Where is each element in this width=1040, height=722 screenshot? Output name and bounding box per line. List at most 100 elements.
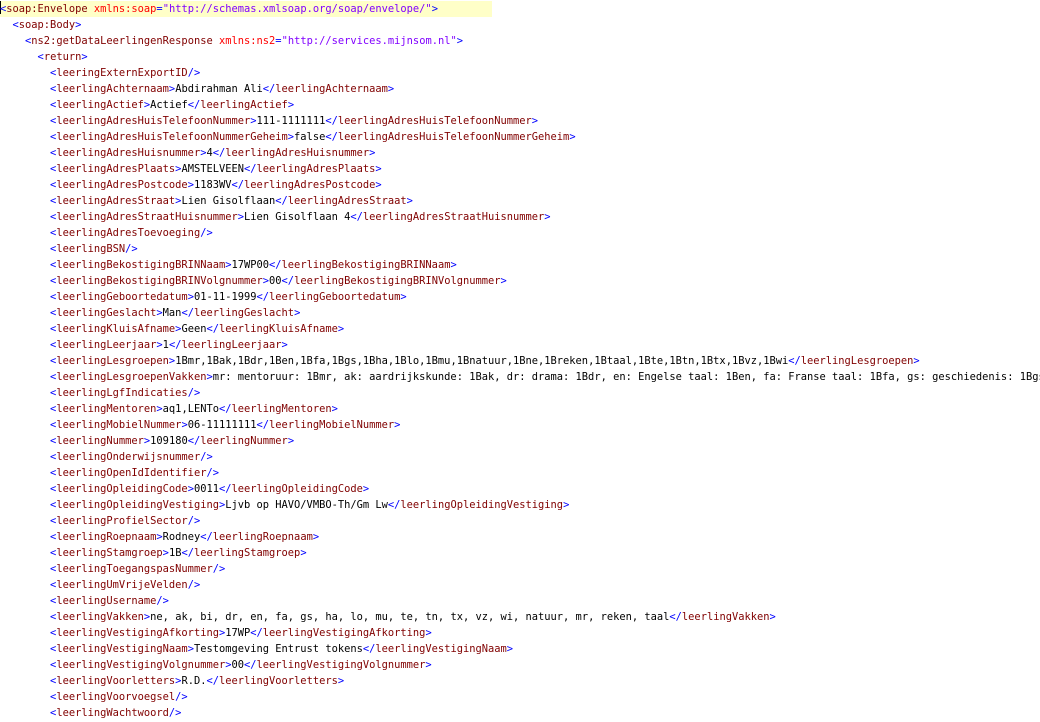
self-close-bracket: /> [156, 595, 169, 607]
xml-tag-name: leerlingLeerjaar [56, 339, 157, 351]
xml-end-tag-name: leerlingAdresHuisTelefoonNummerGeheim [337, 131, 570, 143]
close-bracket: > [75, 19, 82, 31]
xml-text-value: Man [162, 307, 182, 319]
xml-line[interactable]: <leerlingVestigingAfkorting>17WP</leerli… [0, 625, 1040, 641]
xml-line[interactable]: <leerlingLesgroepenVakken>mr: mentoruur:… [0, 369, 1040, 385]
xml-line[interactable]: <leerlingLeerjaar>1</leerlingLeerjaar> [0, 337, 1040, 353]
xml-line[interactable]: <soap:Body> [0, 17, 1040, 33]
xml-text-value: Lien Gisolflaan [181, 195, 276, 207]
xml-end-tag-name: leerlingBekostigingBRINVolgnummer [294, 275, 501, 287]
xml-line[interactable]: <leerlingAdresStraatHuisnummer>Lien Giso… [0, 209, 1040, 225]
xml-tag-name: leerlingVoorvoegsel [56, 691, 176, 703]
xml-line[interactable]: <leerlingBekostigingBRINVolgnummer>00</l… [0, 273, 1040, 289]
self-close-bracket: /> [187, 387, 201, 399]
xml-line[interactable]: <leerlingAdresPlaats>AMSTELVEEN</leerlin… [0, 161, 1040, 177]
xml-tag-name: leerlingVakken [56, 611, 144, 623]
xml-line[interactable]: <leerlingVoorvoegsel/> [0, 689, 1040, 705]
xml-tag-name: leerlingVestigingAfkorting [56, 627, 219, 639]
xml-tag-name: leerlingProfielSector [56, 515, 188, 527]
close-bracket: > [369, 147, 376, 159]
xml-line[interactable]: <leerlingAdresHuisTelefoonNummer>111-111… [0, 113, 1040, 129]
xml-attribute-name: xmlns:soap [93, 3, 157, 15]
xml-tag-name: leerlingGeslacht [56, 307, 157, 319]
xml-line[interactable]: <leerlingToegangspasNummer/> [0, 561, 1040, 577]
xml-line[interactable]: <leerlingBSN/> [0, 241, 1040, 257]
close-bracket: > [294, 307, 301, 319]
xml-line[interactable]: <leeringExternExportID/> [0, 65, 1040, 81]
xml-line[interactable]: <leerlingBekostigingBRINNaam>17WP00</lee… [0, 257, 1040, 273]
end-tag-bracket: </ [350, 211, 363, 223]
xml-line[interactable]: <leerlingAdresPostcode>1183WV</leerlingA… [0, 177, 1040, 193]
xml-line[interactable]: <leerlingGeslacht>Man</leerlingGeslacht> [0, 305, 1040, 321]
close-bracket: > [913, 355, 920, 367]
end-tag-bracket: </ [362, 643, 376, 655]
xml-line[interactable]: <leerlingAdresStraat>Lien Gisolflaan</le… [0, 193, 1040, 209]
xml-line[interactable]: <leerlingStamgroep>1B</leerlingStamgroep… [0, 545, 1040, 561]
xml-line[interactable]: <return> [0, 49, 1040, 65]
close-bracket: > [337, 323, 345, 335]
close-bracket: > [531, 115, 539, 127]
xml-tag-name: ns2:getDataLeerlingenResponse [31, 35, 213, 47]
close-bracket: > [287, 99, 295, 111]
end-tag-bracket: </ [788, 355, 801, 367]
xml-line[interactable]: <leerlingMentoren>aq1,LENTo</leerlingMen… [0, 401, 1040, 417]
xml-line[interactable]: <leerlingMobielNummer>06-11111111</leerl… [0, 417, 1040, 433]
xml-line[interactable]: <leerlingUmVrijeVelden/> [0, 577, 1040, 593]
close-bracket: > [506, 643, 514, 655]
xml-end-tag-name: leerlingKluisAfname [218, 323, 338, 335]
xml-line[interactable]: <leerlingActief>Actief</leerlingActief> [0, 97, 1040, 113]
xml-line[interactable]: <leerlingProfielSector/> [0, 513, 1040, 529]
end-tag-bracket: </ [206, 675, 219, 687]
xml-tag-name: leerlingGeboortedatum [56, 291, 188, 303]
close-bracket: > [563, 499, 570, 511]
xml-line[interactable]: <leerlingAdresHuisnummer>4</leerlingAdre… [0, 145, 1040, 161]
xml-end-tag-name: leerlingAdresHuisTelefoonNummer [337, 115, 532, 127]
end-tag-bracket: </ [256, 291, 270, 303]
xml-line[interactable]: <soap:Envelope xmlns:soap="http://schema… [0, 1, 492, 17]
xml-line[interactable]: <leerlingVakken>ne, ak, bi, dr, en, fa, … [0, 609, 1040, 625]
xml-line[interactable]: <leerlingAdresHuisTelefoonNummerGeheim>f… [0, 129, 1040, 145]
xml-line[interactable]: <leerlingWachtwoord/> [0, 705, 1040, 721]
xml-editor-view[interactable]: <soap:Envelope xmlns:soap="http://schema… [0, 0, 1040, 722]
close-bracket: > [375, 163, 382, 175]
xml-line[interactable]: <leerlingNummer>109180</leerlingNummer> [0, 433, 1040, 449]
xml-end-tag-name: leerlingVakken [681, 611, 770, 623]
xml-line[interactable]: <leerlingVoorletters>R.D.</leerlingVoorl… [0, 673, 1040, 689]
xml-tag-name: leerlingKluisAfname [56, 323, 176, 335]
xml-end-tag-name: leerlingLeerjaar [181, 339, 282, 351]
end-tag-bracket: </ [244, 163, 257, 175]
xml-attribute-value: "http://services.mijnsom.nl" [281, 35, 457, 47]
xml-line[interactable]: <leerlingVestigingNaam>Testomgeving Entr… [0, 641, 1040, 657]
xml-text-value: 1Bmr,1Bak,1Bdr,1Ben,1Bfa,1Bgs,1Bha,1Blo,… [175, 355, 789, 367]
xml-line[interactable]: <leerlingAdresToevoeging/> [0, 225, 1040, 241]
xml-text-value: 17WP00 [231, 259, 270, 271]
xml-text-value: Actief [150, 99, 188, 111]
xml-line[interactable]: <leerlingOnderwijsnummer/> [0, 449, 1040, 465]
xml-line[interactable]: <leerlingGeboortedatum>01-11-1999</leerl… [0, 289, 1040, 305]
xml-line[interactable]: <leerlingUsername/> [0, 593, 1040, 609]
close-bracket: > [544, 211, 551, 223]
xml-end-tag-name: leerlingAdresStraatHuisnummer [362, 211, 545, 223]
xml-end-tag-name: leerlingVestigingAfkorting [262, 627, 426, 639]
xml-text-value: aq1,LENTo [162, 403, 219, 415]
close-bracket: > [362, 483, 370, 495]
xml-line[interactable]: <leerlingOpleidingVestiging>Ljvb op HAVO… [0, 497, 1040, 513]
xml-end-tag-name: leerlingActief [200, 99, 288, 111]
xml-line[interactable]: <leerlingKluisAfname>Geen</leerlingKluis… [0, 321, 1040, 337]
self-close-bracket: /> [187, 579, 201, 591]
xml-end-tag-name: leerlingGeboortedatum [269, 291, 401, 303]
self-close-bracket: /> [200, 227, 213, 239]
xml-line[interactable]: <leerlingOpenIdIdentifier/> [0, 465, 1040, 481]
close-bracket: > [312, 531, 320, 543]
xml-line[interactable]: <leerlingOpleidingCode>0011</leerlingOpl… [0, 481, 1040, 497]
xml-text-value: Geen [181, 323, 207, 335]
end-tag-bracket: </ [269, 259, 282, 271]
xml-line[interactable]: <leerlingLesgroepen>1Bmr,1Bak,1Bdr,1Ben,… [0, 353, 1040, 369]
xml-line[interactable]: <leerlingLgfIndicaties/> [0, 385, 1040, 401]
xml-line[interactable]: <ns2:getDataLeerlingenResponse xmlns:ns2… [0, 33, 1040, 49]
xml-line[interactable]: <leerlingVestigingVolgnummer>00</leerlin… [0, 657, 1040, 673]
xml-end-tag-name: leerlingAchternaam [275, 83, 388, 95]
xml-line[interactable]: <leerlingAchternaam>Abdirahman Ali</leer… [0, 81, 1040, 97]
xml-line[interactable]: <leerlingRoepnaam>Rodney</leerlingRoepna… [0, 529, 1040, 545]
xml-text-value: Ljvb op HAVO/VMBO-Th/Gm Lw [225, 499, 388, 511]
